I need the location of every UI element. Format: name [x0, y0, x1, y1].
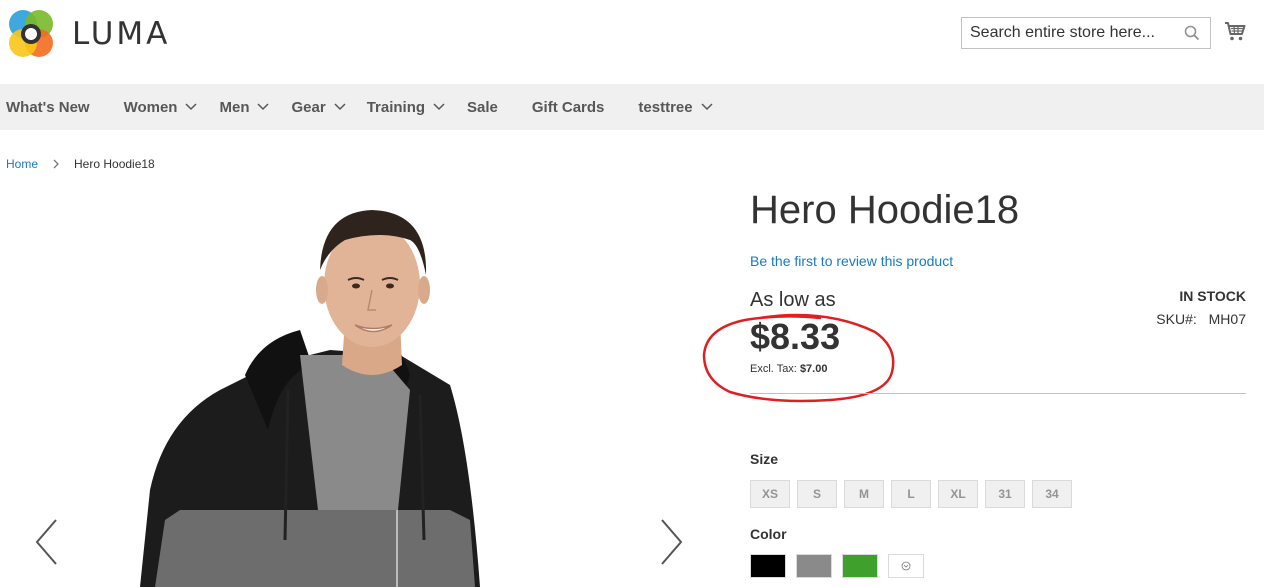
- nav-item-women[interactable]: Women: [124, 99, 198, 116]
- price-prefix: As low as: [750, 289, 836, 311]
- page-header: LUMA: [0, 0, 1264, 84]
- chevron-left-icon[interactable]: [34, 518, 60, 566]
- chevron-right-icon[interactable]: [658, 518, 684, 566]
- sku-value: MH07: [1208, 311, 1246, 327]
- nav-item-label: Training: [366, 98, 426, 116]
- nav-item-sale[interactable]: Sale: [467, 99, 498, 116]
- nav-item-training[interactable]: Training: [367, 99, 445, 116]
- sku-label: SKU#:: [1156, 311, 1197, 327]
- size-swatches: XS S M L XL 31 34: [750, 480, 1079, 508]
- nav-item-label: Gear: [291, 98, 326, 116]
- product-price: $8.33: [750, 316, 841, 357]
- product-gallery: [0, 190, 710, 587]
- nav-item-gear[interactable]: Gear: [291, 98, 346, 116]
- store-logo[interactable]: LUMA: [6, 9, 170, 59]
- chevron-down-circle-icon: [901, 561, 911, 571]
- color-swatches: [750, 554, 934, 578]
- cart-icon[interactable]: [1224, 20, 1246, 42]
- nav-item-whats-new[interactable]: What's New: [6, 99, 90, 116]
- nav-item-label: What's New: [6, 98, 90, 116]
- nav-item-testtree[interactable]: testtree: [638, 98, 713, 116]
- breadcrumb-home-link[interactable]: Home: [6, 157, 38, 171]
- excl-tax-label: Excl. Tax:: [750, 363, 797, 375]
- excl-tax-value: $7.00: [799, 363, 828, 375]
- color-option-gray[interactable]: [796, 554, 832, 578]
- size-option-xl[interactable]: XL: [938, 480, 978, 508]
- breadcrumb: Home Hero Hoodie18: [6, 157, 155, 171]
- size-option-m[interactable]: M: [844, 480, 884, 508]
- color-option-more[interactable]: [888, 554, 924, 578]
- chevron-down-icon: [433, 103, 445, 111]
- size-option-l[interactable]: L: [891, 480, 931, 508]
- product-title: Hero Hoodie18: [750, 188, 1020, 232]
- price-divider: [750, 393, 1246, 394]
- excl-tax-price: Excl. Tax: $7.00: [750, 363, 827, 375]
- nav-item-label: Women: [123, 98, 178, 116]
- luma-logo-icon: [9, 10, 53, 57]
- chevron-down-icon: [701, 103, 713, 111]
- size-label: Size: [750, 451, 779, 467]
- color-label: Color: [750, 526, 787, 542]
- review-link[interactable]: Be the first to review this product: [750, 253, 953, 269]
- chevron-down-icon: [185, 103, 198, 111]
- nav-item-label: Sale: [467, 98, 498, 116]
- breadcrumb-current: Hero Hoodie18: [74, 157, 155, 171]
- color-option-green[interactable]: [842, 554, 878, 578]
- nav-item-gift-cards[interactable]: Gift Cards: [532, 99, 605, 116]
- size-option-31[interactable]: 31: [985, 480, 1025, 508]
- search-input[interactable]: [962, 18, 1172, 48]
- sku-info: SKU#: MH07: [1156, 311, 1246, 327]
- size-option-34[interactable]: 34: [1032, 480, 1072, 508]
- size-option-s[interactable]: S: [797, 480, 837, 508]
- search-icon[interactable]: [1184, 25, 1200, 41]
- nav-item-label: Men: [219, 98, 250, 116]
- product-image: [140, 210, 480, 587]
- logo-text: LUMA: [72, 16, 171, 52]
- chevron-down-icon: [334, 103, 346, 111]
- search-box[interactable]: [961, 17, 1211, 49]
- main-navigation: What's New Women Men Gear Training Sale …: [0, 84, 1264, 130]
- stock-status: IN STOCK: [1179, 288, 1246, 304]
- nav-item-label: Gift Cards: [531, 98, 605, 116]
- size-option-xs[interactable]: XS: [750, 480, 790, 508]
- nav-item-men[interactable]: Men: [219, 98, 270, 116]
- nav-item-label: testtree: [638, 98, 693, 116]
- chevron-right-icon: [53, 159, 59, 169]
- color-option-black[interactable]: [750, 554, 786, 578]
- chevron-down-icon: [257, 103, 270, 111]
